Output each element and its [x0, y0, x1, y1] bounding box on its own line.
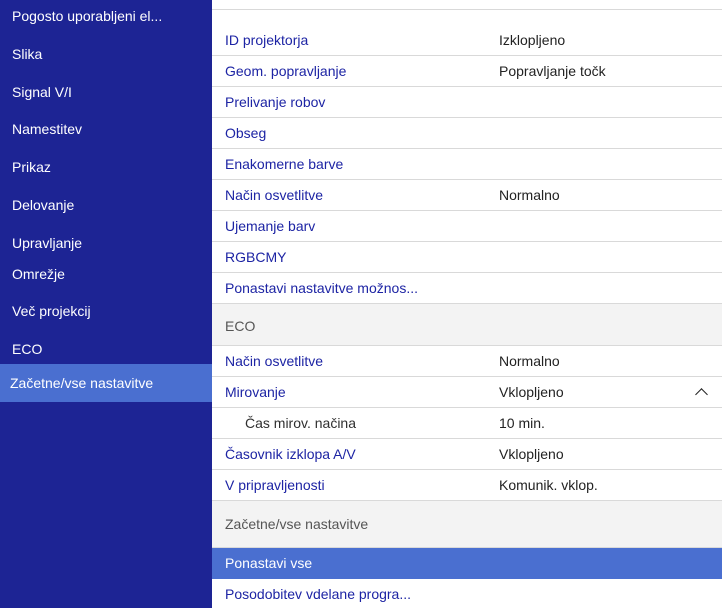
row-label: Čas mirov. načina [245, 415, 357, 431]
sidebar-item-prikaz[interactable]: Prikaz [12, 157, 210, 177]
sidebar-item-eco[interactable]: ECO [12, 339, 210, 359]
section-header-zacetne: Začetne/vse nastavitve [212, 501, 722, 548]
row-label: Mirovanje [225, 384, 286, 400]
row-value: Vklopljeno [499, 384, 564, 400]
row-value: Popravljanje točk [499, 63, 606, 79]
row-label: Posodobitev vdelane progra... [225, 586, 412, 602]
row-id-projektorja[interactable]: ID projektorja Izklopljeno [212, 25, 722, 56]
row-value: Vklopljeno [499, 446, 564, 462]
sidebar-item-zacetne[interactable]: Začetne/vse nastavitve [0, 364, 212, 402]
row-value: Izklopljeno [499, 32, 566, 48]
row-label: Ponastavi nastavitve možnos... [225, 280, 418, 296]
row-ponastavi-vse[interactable]: Ponastavi vse [212, 548, 722, 579]
row-nacin-osvetlitve[interactable]: Način osvetlitve Normalno [212, 180, 722, 211]
row-label: Prelivanje robov [225, 94, 326, 110]
row-label: Ponastavi vse [225, 555, 313, 571]
sidebar-item-delovanje[interactable]: Delovanje [12, 195, 210, 215]
divider [212, 0, 722, 10]
sidebar-item-upravljanje[interactable]: Upravljanje [12, 233, 210, 253]
sidebar-item-vec-projekcij[interactable]: Več projekcij [12, 301, 210, 321]
sidebar-item-namestitev[interactable]: Namestitev [12, 119, 210, 139]
settings-panel: ID projektorja Izklopljeno Geom. popravl… [212, 0, 722, 608]
row-label: Način osvetlitve [225, 187, 324, 203]
row-rgbcmy[interactable]: RGBCMY [212, 242, 722, 273]
row-label: ID projektorja [225, 32, 309, 48]
section-label: ECO [225, 318, 256, 334]
row-label: Ujemanje barv [225, 218, 316, 234]
sidebar-item-pogosto[interactable]: Pogosto uporabljeni el... [12, 6, 210, 26]
section-label: Začetne/vse nastavitve [225, 516, 369, 532]
row-value: Normalno [499, 353, 560, 369]
row-label: RGBCMY [225, 249, 287, 265]
chevron-up-icon[interactable] [695, 388, 708, 401]
row-geom-popravljanje[interactable]: Geom. popravljanje Popravljanje točk [212, 56, 722, 87]
row-value: Komunik. vklop. [499, 477, 598, 493]
row-prelivanje-robov[interactable]: Prelivanje robov [212, 87, 722, 118]
row-mirovanje[interactable]: Mirovanje Vklopljeno [212, 377, 722, 408]
row-ponastavi-nastavitve[interactable]: Ponastavi nastavitve možnos... [212, 273, 722, 304]
row-label: V pripravljenosti [225, 477, 325, 493]
row-ujemanje-barv[interactable]: Ujemanje barv [212, 211, 722, 242]
row-label: Način osvetlitve [225, 353, 324, 369]
sidebar-menu: Pogosto uporabljeni el... Slika Signal V… [0, 0, 212, 608]
sidebar-item-slika[interactable]: Slika [12, 44, 210, 64]
row-v-pripravljenosti[interactable]: V pripravljenosti Komunik. vklop. [212, 470, 722, 501]
row-posodobitev[interactable]: Posodobitev vdelane progra... [212, 579, 722, 608]
row-value: 10 min. [499, 415, 545, 431]
section-header-eco: ECO [212, 304, 722, 346]
row-label: Časovnik izklopa A/V [225, 446, 356, 462]
row-label: Geom. popravljanje [225, 63, 347, 79]
sidebar-item-omrezje[interactable]: Omrežje [12, 264, 210, 284]
row-casovnik-izklopa[interactable]: Časovnik izklopa A/V Vklopljeno [212, 439, 722, 470]
row-label: Enakomerne barve [225, 156, 344, 172]
row-value: Normalno [499, 187, 560, 203]
row-cas-mirov-nacina[interactable]: Čas mirov. načina 10 min. [212, 408, 722, 439]
sidebar-item-signal[interactable]: Signal V/I [12, 82, 210, 102]
row-eco-nacin-osvetlitve[interactable]: Način osvetlitve Normalno [212, 346, 722, 377]
row-enakomerne-barve[interactable]: Enakomerne barve [212, 149, 722, 180]
row-label: Obseg [225, 125, 267, 141]
row-obseg[interactable]: Obseg [212, 118, 722, 149]
